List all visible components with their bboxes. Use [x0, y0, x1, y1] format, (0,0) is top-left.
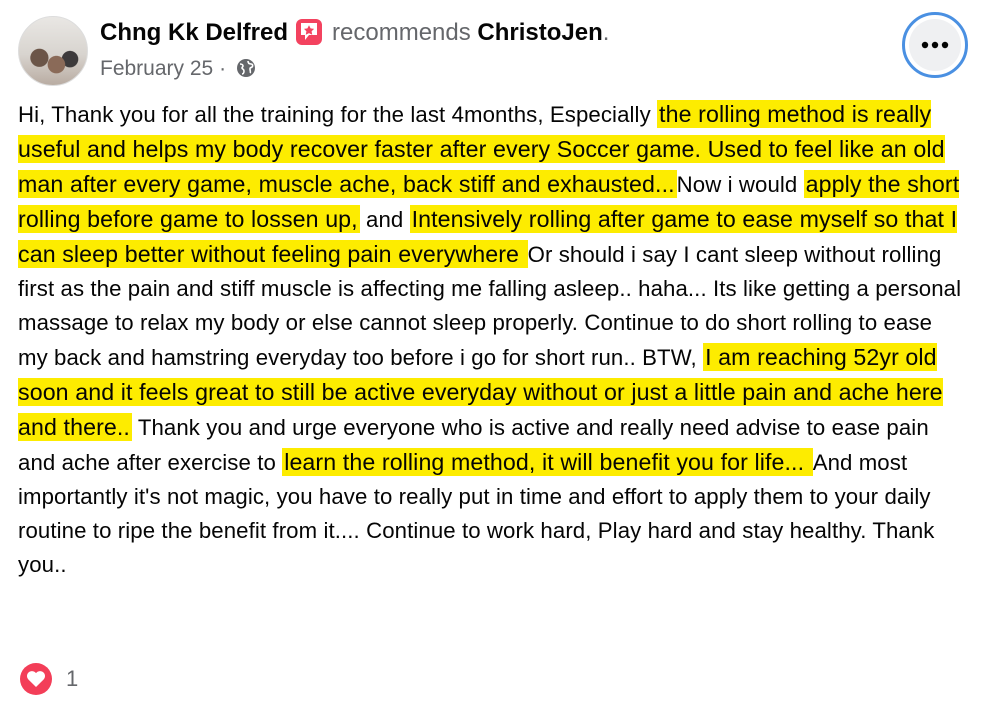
post-header: Chng Kk Delfred recommends ChristoJen. [100, 18, 609, 48]
author-name[interactable]: Chng Kk Delfred [100, 19, 288, 46]
highlighted-text: learn the rolling method, it will benefi… [282, 448, 813, 476]
more-options-icon [909, 19, 961, 71]
reaction-count: 1 [66, 666, 79, 691]
recommended-page-link[interactable]: ChristoJen [477, 19, 602, 46]
body-text: Hi, Thank you for all the training for t… [18, 102, 658, 127]
post-date[interactable]: February 25 [100, 57, 213, 80]
header-period: . [602, 19, 610, 46]
post-text: Hi, Thank you for all the training for t… [18, 97, 968, 582]
recommendation-badge-icon [296, 19, 323, 45]
reactions-bar[interactable]: 1 [20, 662, 78, 696]
post-meta: February 25 · [100, 56, 256, 85]
more-options-button[interactable] [902, 12, 968, 78]
globe-icon [236, 58, 256, 85]
body-text: and [359, 207, 410, 232]
recommends-text: recommends [332, 19, 471, 46]
author-avatar[interactable] [18, 16, 88, 86]
body-text: Now i would [676, 172, 804, 197]
meta-separator: · [219, 57, 227, 80]
love-reaction-icon [20, 663, 52, 695]
